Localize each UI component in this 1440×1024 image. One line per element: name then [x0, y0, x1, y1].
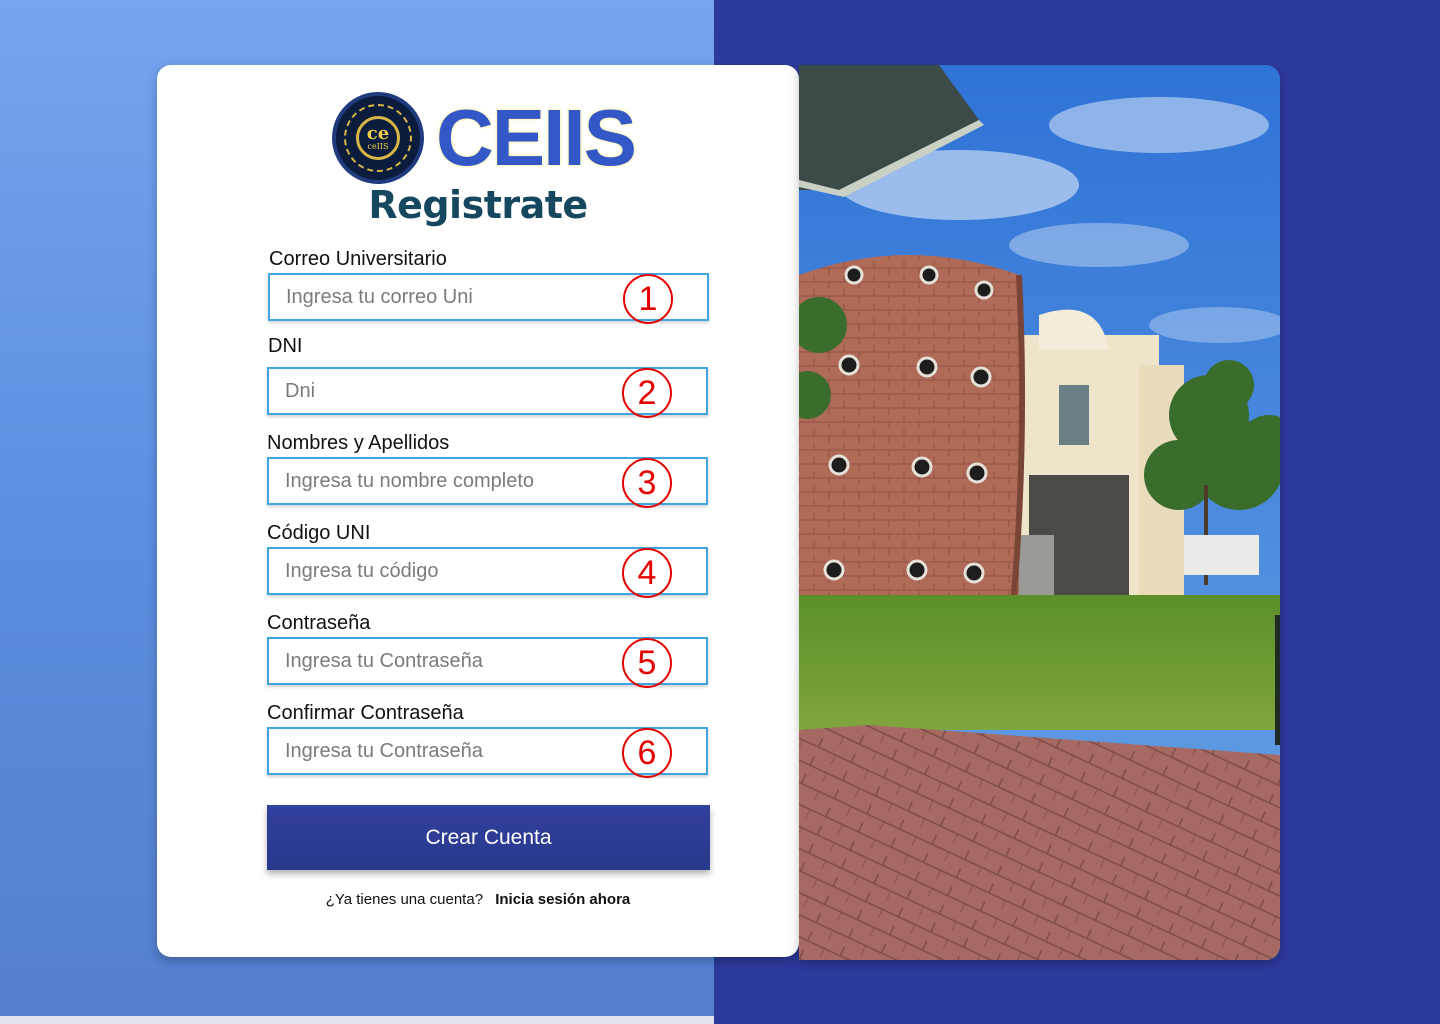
email-label: Correo Universitario: [269, 248, 447, 270]
step-badge-4: 4: [622, 548, 672, 598]
login-link[interactable]: Inicia sesión ahora: [495, 891, 630, 908]
fullname-label: Nombres y Apellidos: [267, 432, 450, 454]
step-badge-2: 2: [622, 368, 672, 418]
background-bottom-strip: [0, 1016, 714, 1024]
email-field-wrapper: 1: [268, 273, 709, 324]
step-badge-3: 3: [622, 458, 672, 508]
fullname-field-wrapper: 3: [267, 457, 708, 508]
step-badge-1: 1: [623, 274, 673, 324]
password-field-wrapper: 5: [267, 637, 708, 688]
code-field-wrapper: 4: [267, 547, 708, 598]
code-label: Código UNI: [267, 522, 371, 544]
confirm-password-field-wrapper: 6: [267, 727, 708, 778]
step-badge-5: 5: [622, 638, 672, 688]
password-label: Contraseña: [267, 612, 371, 634]
create-account-button[interactable]: Crear Cuenta: [267, 805, 710, 870]
campus-photo: [799, 65, 1280, 960]
page-title: Registrate: [368, 183, 588, 227]
step-badge-6: 6: [622, 728, 672, 778]
register-card: ce ceIIS CEIIS Registrate Correo Univers…: [157, 65, 799, 957]
login-prompt: ¿Ya tienes una cuenta? Inicia sesión aho…: [157, 891, 799, 908]
brand-logo: ce ceIIS CEIIS: [332, 92, 637, 184]
login-question: ¿Ya tienes una cuenta?: [325, 891, 484, 908]
brand-name: CEIIS: [436, 93, 637, 182]
confirm-password-label: Confirmar Contraseña: [267, 702, 464, 724]
emblem-icon: ce ceIIS: [332, 92, 424, 184]
dni-field-wrapper: 2: [267, 367, 708, 418]
dni-label: DNI: [268, 335, 303, 357]
